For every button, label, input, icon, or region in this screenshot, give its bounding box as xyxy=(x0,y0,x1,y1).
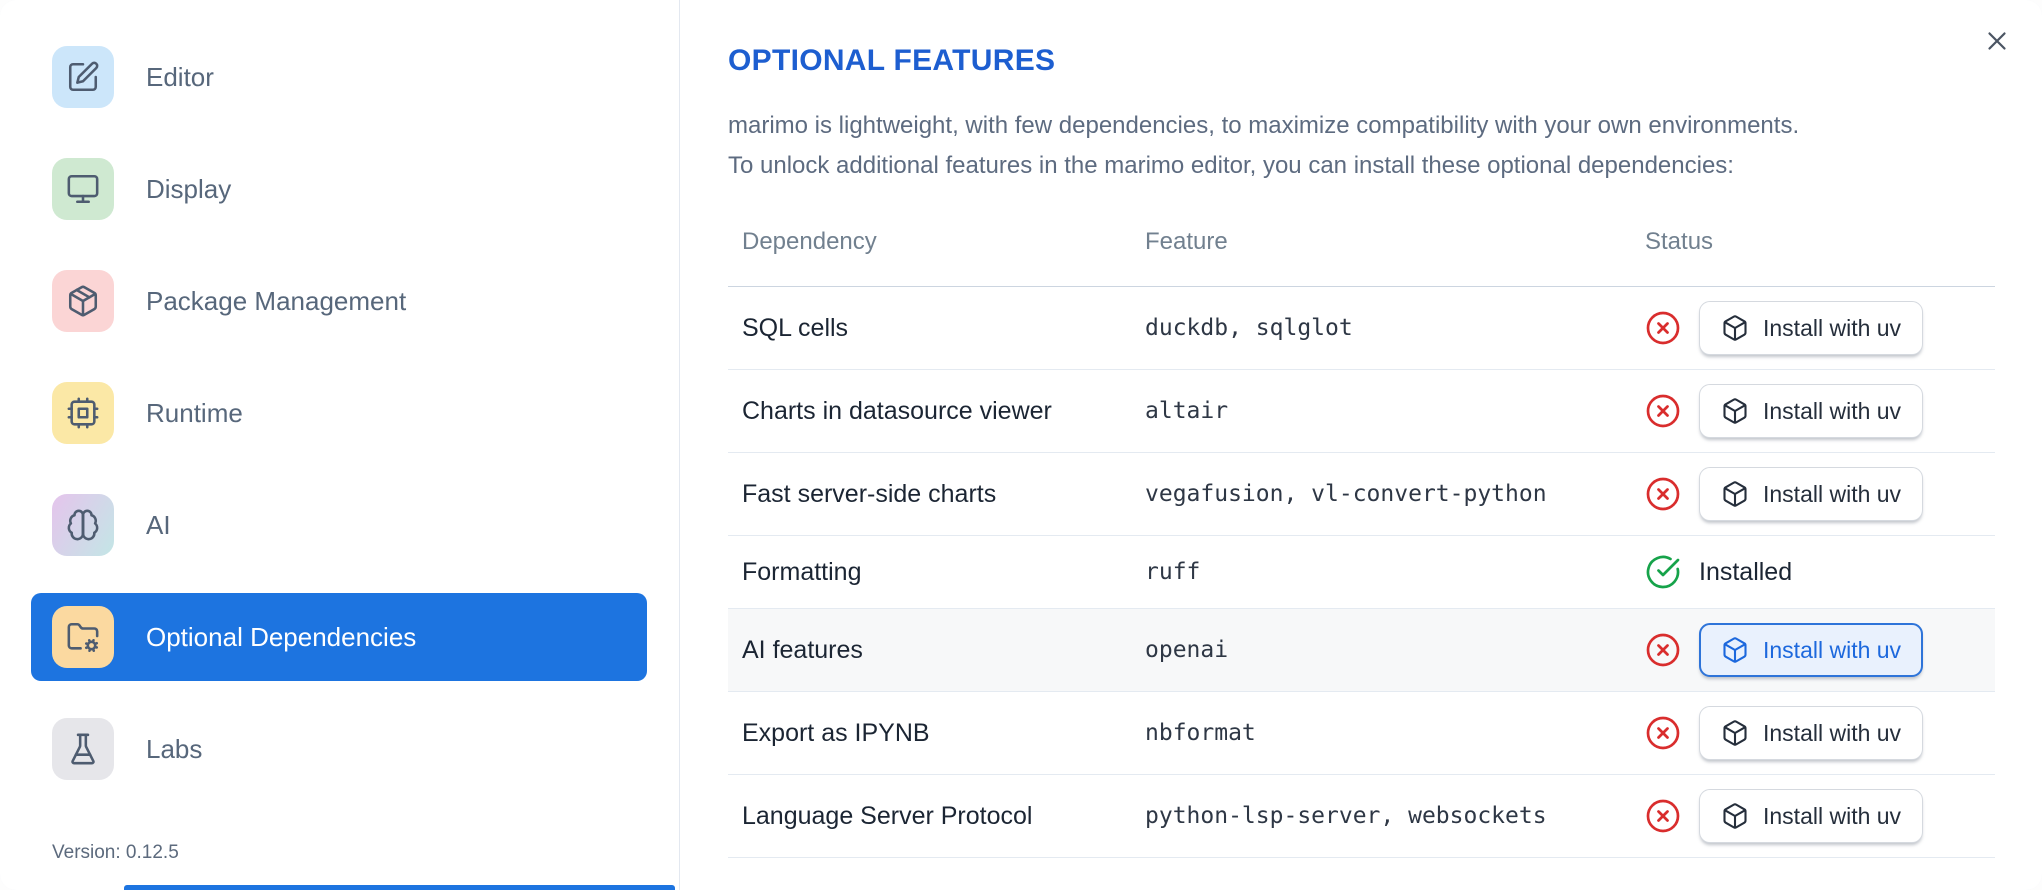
circle-x-icon xyxy=(1645,476,1681,512)
install-with-uv-button[interactable]: Install with uv xyxy=(1699,384,1924,438)
dependency-cell: AI features xyxy=(728,608,1145,692)
sidebar-scroll-indicator xyxy=(124,885,675,890)
sidebar-item-ai[interactable]: AI xyxy=(31,481,647,569)
sidebar-item-label: AI xyxy=(146,509,171,540)
install-with-uv-button[interactable]: Install with uv xyxy=(1699,467,1924,521)
status-cell: Install with uv xyxy=(1645,286,1995,370)
box-icon xyxy=(1721,397,1749,425)
install-with-uv-button[interactable]: Install with uv xyxy=(1699,623,1924,677)
circle-x-icon xyxy=(1645,798,1681,834)
brain-icon xyxy=(52,494,114,556)
feature-cell: nbformat xyxy=(1145,691,1645,775)
circle-x-icon xyxy=(1645,310,1681,346)
table-row: Formatting ruff Installed xyxy=(728,535,1995,609)
table-row: Export as IPYNB nbformat Install with uv xyxy=(728,691,1995,775)
install-button-label: Install with uv xyxy=(1763,314,1902,341)
sidebar-item-label: Labs xyxy=(146,733,203,764)
install-button-label: Install with uv xyxy=(1763,480,1902,507)
feature-cell: openai xyxy=(1145,608,1645,692)
status-label: Installed xyxy=(1699,558,1793,586)
status-cell: Install with uv xyxy=(1645,691,1995,775)
dependency-cell: Language Server Protocol xyxy=(728,774,1145,858)
sidebar-item-label: Package Management xyxy=(146,285,407,316)
install-with-uv-button[interactable]: Install with uv xyxy=(1699,301,1924,355)
status-cell: Install with uv xyxy=(1645,452,1995,536)
dependency-cell: Fast server-side charts xyxy=(728,452,1145,536)
sidebar-item-label: Optional Dependencies xyxy=(146,621,417,652)
sidebar-item-label: Runtime xyxy=(146,397,243,428)
sidebar-item-package-management[interactable]: Package Management xyxy=(31,257,647,345)
install-button-label: Install with uv xyxy=(1763,636,1902,663)
description: marimo is lightweight, with few dependen… xyxy=(728,106,1995,186)
settings-dialog: Editor Display Package Management Runtime AI… xyxy=(0,0,2042,890)
sidebar-item-runtime[interactable]: Runtime xyxy=(31,369,647,457)
sidebar-item-optional-dependencies[interactable]: Optional Dependencies xyxy=(31,593,647,681)
dependency-cell: Export as IPYNB xyxy=(728,691,1145,775)
edit-icon xyxy=(52,46,114,108)
install-with-uv-button[interactable]: Install with uv xyxy=(1699,789,1924,843)
package-icon xyxy=(52,270,114,332)
feature-cell: duckdb, sqlglot xyxy=(1145,286,1645,370)
status-cell: Install with uv xyxy=(1645,608,1995,692)
box-icon xyxy=(1721,636,1749,664)
sidebar-item-editor[interactable]: Editor xyxy=(31,33,647,121)
optional-features-panel: OPTIONAL FEATURES marimo is lightweight,… xyxy=(680,0,2042,890)
feature-cell: ruff xyxy=(1145,535,1645,609)
x-icon xyxy=(1982,26,2012,56)
column-header-status: Status xyxy=(1645,208,1995,287)
table-row: Fast server-side charts vegafusion, vl-co… xyxy=(728,452,1995,536)
settings-sidebar: Editor Display Package Management Runtime AI… xyxy=(0,0,680,890)
description-line-2: To unlock additional features in the mar… xyxy=(728,152,1734,179)
page-title: OPTIONAL FEATURES xyxy=(728,44,1056,77)
cpu-icon xyxy=(52,382,114,444)
feature-cell: vegafusion, vl-convert-python xyxy=(1145,452,1645,536)
feature-cell: python-lsp-server, websockets xyxy=(1145,774,1645,858)
sidebar-item-labs[interactable]: Labs xyxy=(31,705,647,793)
status-cell: Installed xyxy=(1645,535,1995,609)
table-row: AI features openai Install with uv xyxy=(728,608,1995,692)
dependency-cell: SQL cells xyxy=(728,286,1145,370)
dependencies-table: Dependency Feature Status SQL cells duckd… xyxy=(728,208,1995,858)
circle-check-icon xyxy=(1645,554,1681,590)
table-row: SQL cells duckdb, sqlglot Install with uv xyxy=(728,286,1995,370)
table-row: Language Server Protocol python-lsp-serve… xyxy=(728,774,1995,858)
column-header-dependency: Dependency xyxy=(728,208,1145,287)
dependency-cell: Formatting xyxy=(728,535,1145,609)
install-with-uv-button[interactable]: Install with uv xyxy=(1699,706,1924,760)
version-label: Version: 0.12.5 xyxy=(52,842,179,863)
sidebar-item-label: Display xyxy=(146,173,232,204)
circle-x-icon xyxy=(1645,715,1681,751)
status-cell: Install with uv xyxy=(1645,369,1995,453)
status-cell: Install with uv xyxy=(1645,774,1995,858)
dependency-cell: Charts in datasource viewer xyxy=(728,369,1145,453)
box-icon xyxy=(1721,480,1749,508)
sidebar-nav: Editor Display Package Management Runtime AI… xyxy=(0,0,679,793)
sidebar-item-display[interactable]: Display xyxy=(31,145,647,233)
column-header-feature: Feature xyxy=(1145,208,1645,287)
close-button[interactable] xyxy=(1974,18,2020,64)
circle-x-icon xyxy=(1645,393,1681,429)
box-icon xyxy=(1721,802,1749,830)
table-header-row: Dependency Feature Status xyxy=(728,208,1995,287)
monitor-icon xyxy=(52,158,114,220)
box-icon xyxy=(1721,314,1749,342)
install-button-label: Install with uv xyxy=(1763,719,1902,746)
sidebar-item-label: Editor xyxy=(146,61,214,92)
description-line-1: marimo is lightweight, with few dependen… xyxy=(728,112,1800,139)
install-button-label: Install with uv xyxy=(1763,397,1902,424)
flask-icon xyxy=(52,718,114,780)
table-row: Charts in datasource viewer altair Install… xyxy=(728,369,1995,453)
box-icon xyxy=(1721,719,1749,747)
folder-cog-icon xyxy=(52,606,114,668)
circle-x-icon xyxy=(1645,632,1681,668)
install-button-label: Install with uv xyxy=(1763,802,1902,829)
feature-cell: altair xyxy=(1145,369,1645,453)
